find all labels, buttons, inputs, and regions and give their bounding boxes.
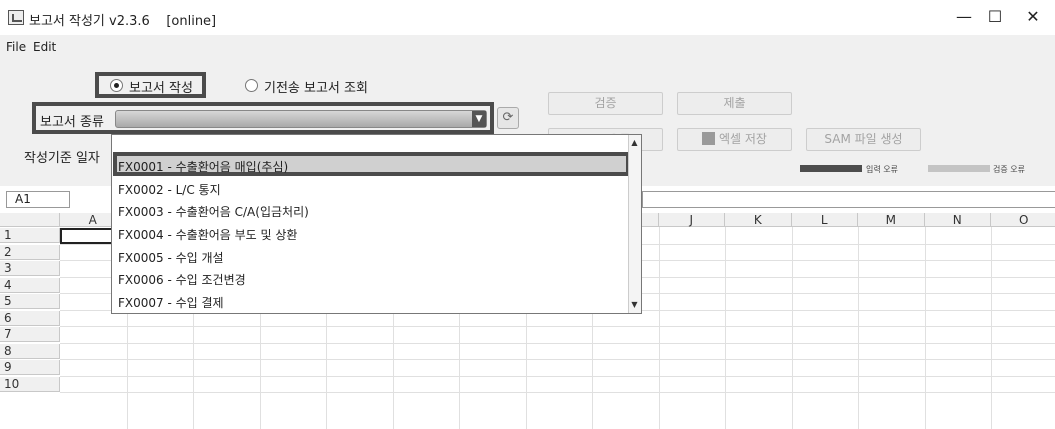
row-header-10[interactable]: 10: [0, 376, 60, 392]
scroll-up-icon[interactable]: ▲: [628, 137, 641, 148]
grid-row-line: [60, 342, 1055, 344]
radio-write-report-label[interactable]: 보고서 작성: [129, 77, 193, 96]
grid-row-line: [60, 375, 1055, 377]
corner-header[interactable]: [0, 213, 60, 227]
column-header-j[interactable]: J: [658, 213, 725, 227]
row-header-8[interactable]: 8: [0, 343, 60, 359]
base-date-label: 작성기준 일자: [24, 151, 100, 166]
column-header-m[interactable]: M: [858, 213, 925, 227]
dropdown-item-fx0003[interactable]: FX0003 - 수출환어음 C/A(입금처리): [118, 203, 309, 220]
refresh-icon[interactable]: ⟳: [497, 107, 519, 129]
report-type-dropdown-list[interactable]: FX0001 - 수출환어음 매입(추심) FX0002 - L/C 통지 FX…: [111, 134, 642, 314]
grid-column-line: [858, 227, 859, 429]
row-header-4[interactable]: 4: [0, 277, 60, 293]
formula-bar[interactable]: [642, 191, 1055, 208]
dropdown-item-fx0004[interactable]: FX0004 - 수출환어음 부도 및 상환: [118, 226, 297, 243]
grid-column-line: [924, 227, 926, 429]
row-header-9[interactable]: 9: [0, 360, 60, 375]
radio-view-sent-reports-label[interactable]: 기전송 보고서 조회: [264, 77, 368, 96]
dropdown-scrollbar[interactable]: [628, 135, 641, 313]
excel-icon: [702, 132, 715, 145]
column-header-l[interactable]: L: [791, 213, 858, 227]
window-title: 보고서 작성기 v2.3.6 [online]: [29, 14, 217, 29]
verify-button[interactable]: 검증: [548, 92, 663, 115]
scroll-down-icon[interactable]: ▼: [628, 299, 641, 310]
submit-button[interactable]: 제출: [677, 92, 792, 115]
report-type-combobox[interactable]: [115, 110, 487, 128]
grid-column-line: [791, 227, 793, 429]
cell-name-box[interactable]: A1: [6, 191, 70, 208]
column-header-k[interactable]: K: [725, 213, 792, 227]
row-header-5[interactable]: 5: [0, 294, 60, 309]
menu-edit[interactable]: Edit: [33, 40, 56, 54]
excel-save-label: 엑셀 저장: [719, 132, 767, 146]
verify-error-swatch: [928, 165, 990, 172]
title-bar: 보고서 작성기 v2.3.6 [online] — ☐ ✕: [0, 0, 1055, 35]
app-icon: [8, 10, 24, 25]
grid-column-line: [658, 227, 660, 429]
maximize-button[interactable]: ☐: [983, 6, 1007, 28]
row-header-6[interactable]: 6: [0, 310, 60, 326]
row-header-3[interactable]: 3: [0, 261, 60, 276]
input-error-swatch: [800, 165, 862, 172]
sam-create-button[interactable]: SAM 파일 생성: [806, 128, 921, 151]
radio-write-report[interactable]: [110, 79, 123, 92]
grid-column-line: [991, 227, 992, 429]
radio-view-sent-reports[interactable]: [245, 79, 258, 92]
grid-row-line: [60, 392, 1055, 393]
column-header-o[interactable]: O: [991, 213, 1055, 227]
minimize-button[interactable]: —: [952, 6, 976, 28]
menu-file[interactable]: File: [6, 40, 26, 54]
column-header-n[interactable]: N: [924, 213, 991, 227]
row-header-7[interactable]: 7: [0, 327, 60, 342]
dropdown-item-fx0006[interactable]: FX0006 - 수입 조건변경: [118, 271, 246, 288]
grid-row-line: [60, 359, 1055, 360]
row-header-2[interactable]: 2: [0, 244, 60, 260]
dropdown-item-fx0005[interactable]: FX0005 - 수입 개설: [118, 249, 224, 266]
row-header-1[interactable]: 1: [0, 228, 60, 243]
dropdown-item-fx0002[interactable]: FX0002 - L/C 통지: [118, 181, 221, 198]
verify-error-label: 검증 오류: [993, 165, 1025, 174]
input-error-label: 입력 오류: [866, 165, 898, 174]
menu-bar: File Edit: [0, 35, 1055, 60]
close-button[interactable]: ✕: [1021, 6, 1045, 28]
dropdown-item-fx0001[interactable]: FX0001 - 수출환어음 매입(추심): [118, 158, 288, 175]
chevron-down-icon[interactable]: ▼: [472, 111, 486, 127]
dropdown-item-fx0007[interactable]: FX0007 - 수입 결제: [118, 294, 224, 311]
grid-column-line: [725, 227, 726, 429]
report-type-label: 보고서 종류: [40, 115, 104, 130]
excel-save-button[interactable]: 엑셀 저장: [677, 128, 792, 151]
grid-row-line: [60, 326, 1055, 327]
